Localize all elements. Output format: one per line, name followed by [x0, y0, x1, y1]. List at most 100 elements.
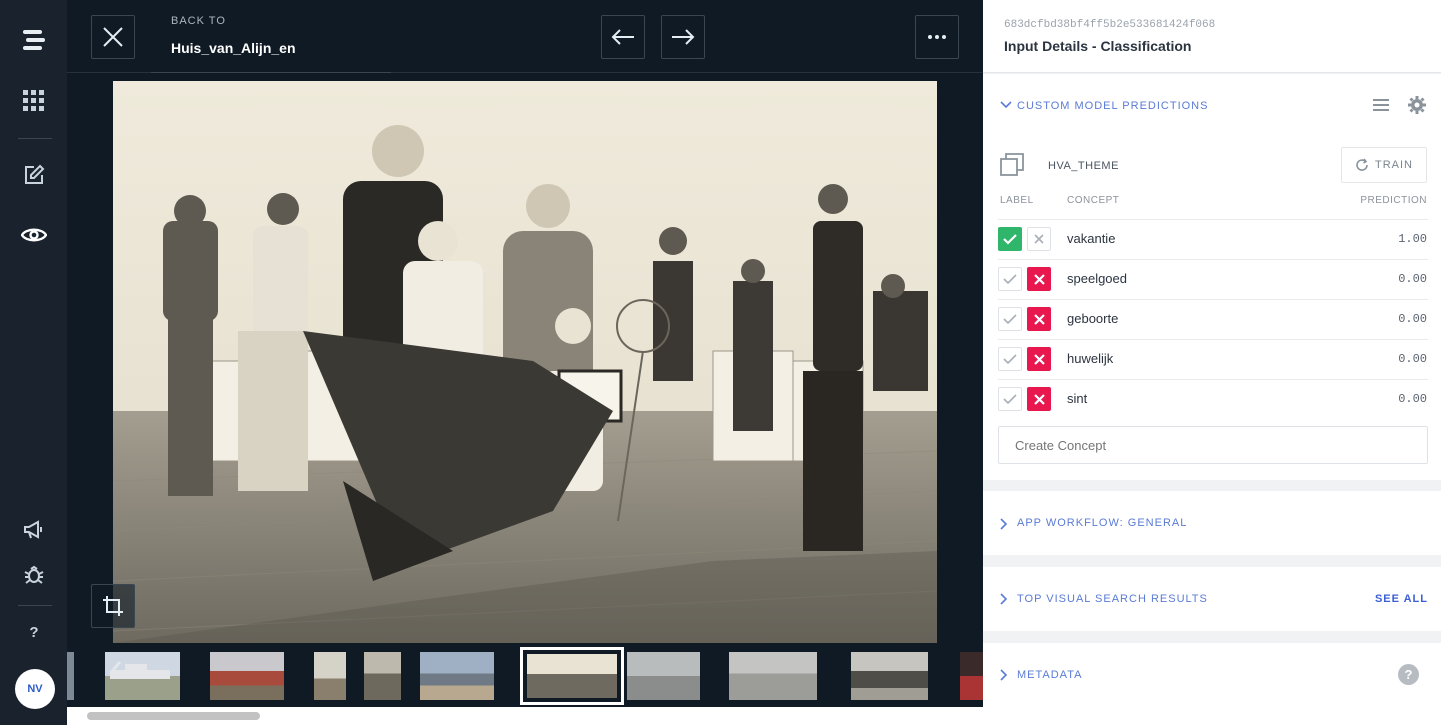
panel-title: Input Details - Classification [1004, 38, 1192, 54]
chevron-down-icon[interactable] [1000, 101, 1012, 109]
thumbnail[interactable] [627, 652, 700, 700]
apps-grid-icon[interactable] [18, 85, 50, 117]
check-icon [1003, 393, 1017, 404]
section-title[interactable]: APP WORKFLOW: GENERAL [1017, 517, 1187, 529]
metadata-section: METADATA [983, 643, 1441, 725]
positive-checkbox[interactable] [998, 267, 1022, 291]
gear-icon[interactable] [1408, 96, 1426, 114]
more-horizontal-icon [928, 35, 946, 39]
negative-checkbox[interactable] [1027, 267, 1051, 291]
thumbnail[interactable] [67, 652, 74, 700]
x-icon [1034, 234, 1044, 244]
input-id: 683dcfbd38bf4ff5b2e533681424f068 [1004, 19, 1216, 31]
avatar[interactable]: NV [15, 669, 55, 709]
positive-checkbox[interactable] [998, 227, 1022, 251]
more-options-button[interactable] [915, 15, 959, 59]
positive-checkbox[interactable] [998, 387, 1022, 411]
visual-search-section: TOP VISUAL SEARCH RESULTS [983, 567, 1441, 631]
chevron-right-icon[interactable] [1000, 593, 1008, 605]
thumbnail[interactable] [729, 652, 817, 700]
thumbnail[interactable] [851, 652, 928, 700]
prediction-row: geboorte 0.00 [983, 299, 1441, 339]
chevron-right-icon[interactable] [1000, 518, 1008, 530]
photo-illustration [113, 81, 937, 643]
thumbnail-scrollbar[interactable] [67, 707, 983, 725]
clarifai-logo-icon[interactable] [18, 24, 50, 56]
section-title[interactable]: METADATA [1017, 669, 1082, 681]
model-name: HVA_THEME [1048, 160, 1119, 172]
rail-divider [18, 138, 52, 139]
prediction-value: 0.00 [1398, 392, 1427, 406]
thumbnail[interactable] [420, 652, 494, 700]
train-button[interactable]: TRAIN [1341, 147, 1427, 183]
model-copy-icon [1000, 153, 1024, 176]
positive-checkbox[interactable] [998, 347, 1022, 371]
section-title[interactable]: TOP VISUAL SEARCH RESULTS [1017, 593, 1208, 605]
viewer-toolbar: BACK TO Huis_van_Alijn_en [67, 0, 983, 73]
prediction-row: huwelijk 0.00 [983, 339, 1441, 379]
column-header-concept: CONCEPT [1067, 195, 1120, 206]
x-icon [1033, 313, 1045, 325]
negative-checkbox[interactable] [1027, 307, 1051, 331]
see-all-link[interactable]: SEE ALL [1375, 593, 1428, 605]
x-icon [1033, 393, 1045, 405]
thumbnail[interactable] [105, 652, 180, 700]
column-header-prediction: PREDICTION [1360, 195, 1427, 206]
back-underline [151, 72, 391, 73]
bug-icon[interactable] [18, 558, 50, 590]
help-icon[interactable]: ? [18, 616, 50, 648]
thumbnail-active[interactable] [520, 647, 624, 705]
previous-button[interactable] [601, 15, 645, 59]
concept-name: huwelijk [1067, 351, 1114, 366]
negative-checkbox[interactable] [1027, 347, 1051, 371]
eye-icon[interactable] [18, 219, 50, 251]
main-image [113, 81, 937, 643]
left-rail: ? NV [0, 0, 67, 725]
positive-checkbox[interactable] [998, 307, 1022, 331]
back-to-label: BACK TO [171, 15, 226, 27]
check-icon [1003, 353, 1017, 364]
app-workflow-section: APP WORKFLOW: GENERAL [983, 491, 1441, 555]
column-header-label: LABEL [1000, 195, 1034, 206]
panel-header: 683dcfbd38bf4ff5b2e533681424f068 Input D… [983, 0, 1441, 73]
prediction-value: 1.00 [1398, 232, 1427, 246]
thumbnail[interactable] [210, 652, 284, 700]
create-concept-input[interactable] [998, 426, 1428, 464]
prediction-row: speelgoed 0.00 [983, 259, 1441, 299]
app-root: ? NV BACK TO Huis_van_Alijn_en 683dcfbd3… [0, 0, 1441, 725]
megaphone-icon[interactable] [18, 514, 50, 546]
back-to-link[interactable]: Huis_van_Alijn_en [171, 40, 296, 56]
check-icon [1003, 313, 1017, 324]
scrollbar-thumb[interactable] [87, 712, 260, 720]
refresh-icon [1356, 158, 1368, 171]
list-menu-icon[interactable] [1373, 99, 1389, 111]
x-icon [1033, 273, 1045, 285]
concept-name: speelgoed [1067, 271, 1127, 286]
arrow-left-icon [611, 29, 634, 45]
prediction-value: 0.00 [1398, 272, 1427, 286]
edit-icon[interactable] [18, 159, 50, 191]
metadata-help-icon[interactable]: ? [1398, 664, 1419, 685]
negative-checkbox[interactable] [1027, 387, 1051, 411]
crop-button[interactable] [91, 584, 135, 628]
concept-name: vakantie [1067, 231, 1116, 246]
thumbnail[interactable] [314, 652, 346, 700]
check-icon [1003, 233, 1017, 245]
close-button[interactable] [91, 15, 135, 59]
arrow-right-icon [672, 29, 695, 45]
rail-divider [18, 605, 52, 606]
chevron-right-icon[interactable] [1000, 669, 1008, 681]
concept-name: geboorte [1067, 311, 1119, 326]
negative-checkbox[interactable] [1027, 227, 1051, 251]
concept-name: sint [1067, 391, 1088, 406]
x-icon [1033, 353, 1045, 365]
thumbnail-strip [67, 645, 983, 707]
prediction-value: 0.00 [1398, 312, 1427, 326]
check-icon [1003, 273, 1017, 284]
image-viewer: BACK TO Huis_van_Alijn_en [67, 0, 983, 725]
section-title[interactable]: CUSTOM MODEL PREDICTIONS [1017, 100, 1208, 112]
thumbnail[interactable] [960, 652, 983, 700]
crop-icon [103, 596, 123, 616]
next-button[interactable] [661, 15, 705, 59]
thumbnail[interactable] [364, 652, 401, 700]
